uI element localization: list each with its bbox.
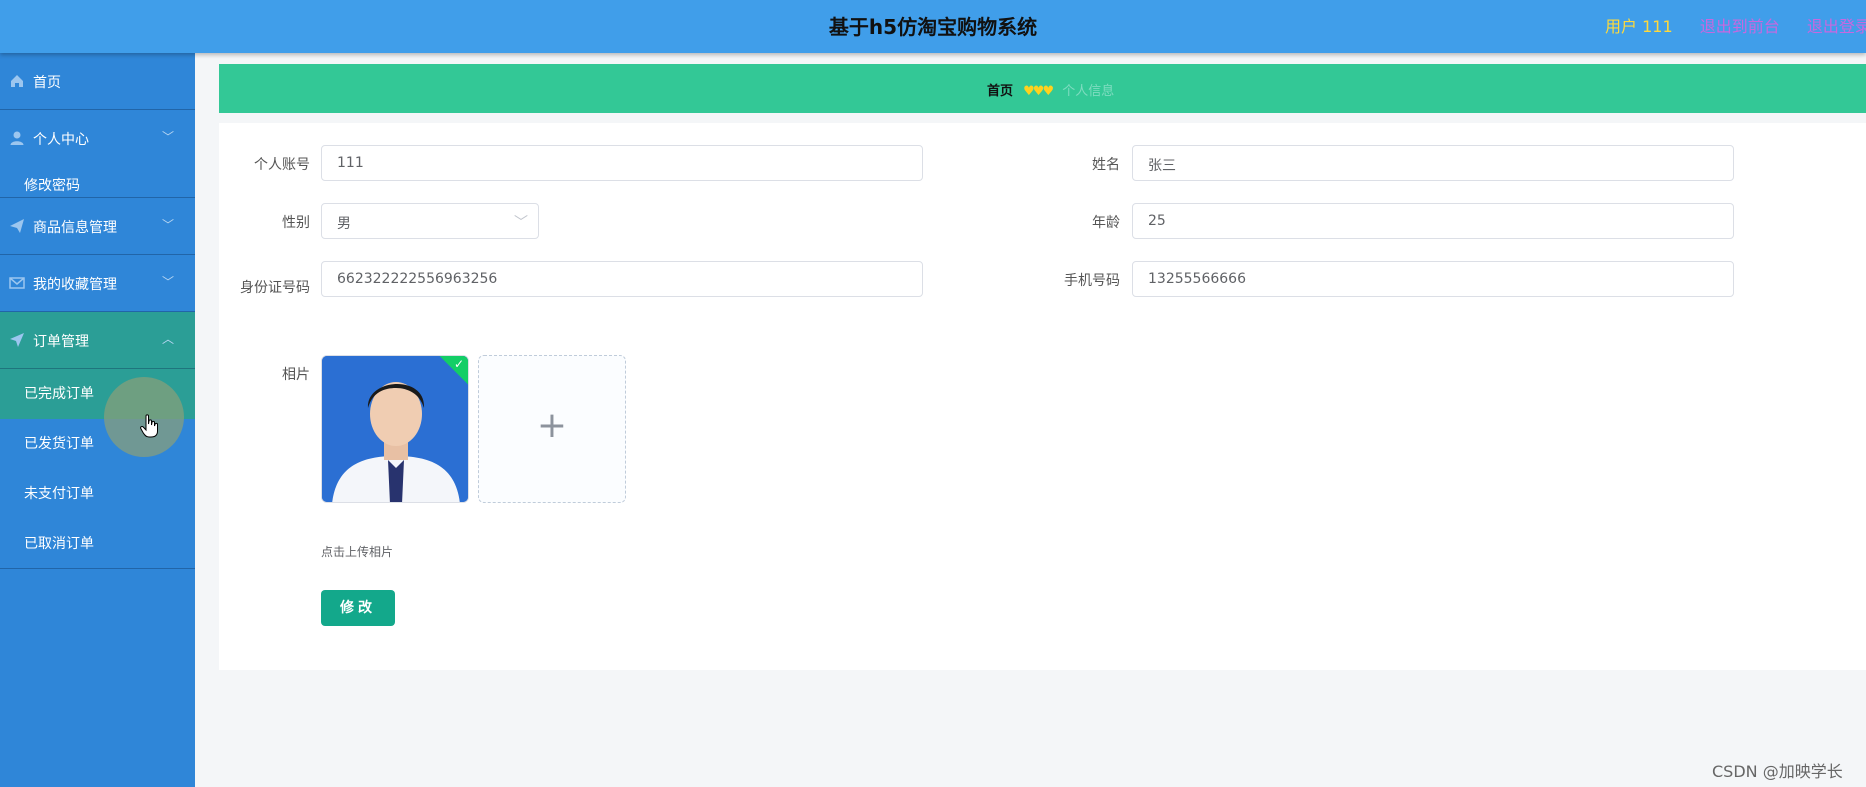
- name-label: 姓名: [1092, 157, 1120, 173]
- account-label: 个人账号: [254, 157, 310, 173]
- account-input[interactable]: 111: [321, 145, 923, 181]
- sidebar-subitem-unpaid-orders[interactable]: 未支付订单: [0, 469, 195, 519]
- logout-link[interactable]: 退出登录: [1807, 17, 1866, 36]
- heart-separator-icon: ♥♥♥: [1023, 84, 1054, 99]
- sidebar-item-label: 个人中心: [33, 132, 89, 148]
- current-user: 用户 111: [1605, 17, 1673, 36]
- back-to-front-link[interactable]: 退出到前台: [1700, 17, 1780, 36]
- page-title: 基于h5仿淘宝购物系统: [828, 15, 1038, 39]
- sidebar-item-home[interactable]: 首页: [0, 53, 195, 110]
- breadcrumb-home-link[interactable]: 首页: [987, 84, 1013, 99]
- chevron-down-icon: ﹀: [162, 130, 175, 144]
- sidebar-item-label: 订单管理: [33, 334, 89, 350]
- top-bar: 基于h5仿淘宝购物系统 用户 111 退出到前台 退出登录: [0, 0, 1866, 53]
- chevron-down-icon: ﹀: [162, 275, 175, 289]
- chevron-down-icon: ﹀: [162, 218, 175, 232]
- user-icon: [10, 131, 24, 145]
- gender-selected-value: 男: [337, 216, 351, 232]
- phone-input[interactable]: 13255566666: [1132, 261, 1734, 297]
- photo-label: 相片: [282, 367, 310, 383]
- upload-hint: 点击上传相片: [321, 545, 394, 559]
- sidebar-subitem-change-password[interactable]: 修改密码: [0, 167, 195, 198]
- sidebar-subitem-cancelled-orders[interactable]: 已取消订单: [0, 519, 195, 569]
- gender-select[interactable]: 男 ﹀: [321, 203, 539, 239]
- sidebar-item-product-management[interactable]: 商品信息管理 ﹀: [0, 198, 195, 255]
- sidebar-item-label: 商品信息管理: [33, 220, 117, 236]
- age-input[interactable]: 25: [1132, 203, 1734, 239]
- home-icon: [11, 75, 23, 87]
- age-label: 年龄: [1092, 215, 1120, 231]
- id-number-input[interactable]: 662322222556963256: [321, 261, 923, 297]
- mail-icon: [9, 277, 25, 289]
- sidebar-item-label: 首页: [33, 75, 61, 91]
- hand-cursor-icon: [140, 414, 158, 438]
- breadcrumb: 首页 ♥♥♥ 个人信息: [219, 64, 1866, 113]
- sidebar-item-favorites-management[interactable]: 我的收藏管理 ﹀: [0, 255, 195, 312]
- watermark: CSDN @加映学长: [1712, 762, 1843, 781]
- gender-label: 性别: [282, 215, 310, 231]
- chevron-up-icon: ︿: [162, 332, 175, 346]
- sidebar-item-personal-center[interactable]: 个人中心 ﹀: [0, 110, 195, 167]
- uploaded-photo-thumbnail[interactable]: ✓: [321, 355, 469, 503]
- portrait-photo: [322, 356, 468, 502]
- photo-upload-button[interactable]: +: [478, 355, 626, 503]
- id-number-label: 身份证号码: [240, 280, 310, 296]
- send-icon: [10, 219, 24, 233]
- name-input[interactable]: 张三: [1132, 145, 1734, 181]
- submit-edit-button[interactable]: 修改: [321, 590, 395, 626]
- chevron-down-icon: ﹀: [514, 215, 528, 231]
- breadcrumb-current: 个人信息: [1062, 84, 1115, 99]
- sidebar-item-order-management[interactable]: 订单管理 ︿: [0, 312, 195, 369]
- check-icon: ✓: [453, 357, 464, 371]
- sidebar-item-label: 我的收藏管理: [33, 277, 117, 293]
- navigation-icon: [10, 333, 24, 347]
- plus-icon: +: [536, 405, 568, 446]
- header-actions: 用户 111 退出到前台 退出登录: [1605, 13, 1866, 37]
- phone-label: 手机号码: [1064, 273, 1120, 289]
